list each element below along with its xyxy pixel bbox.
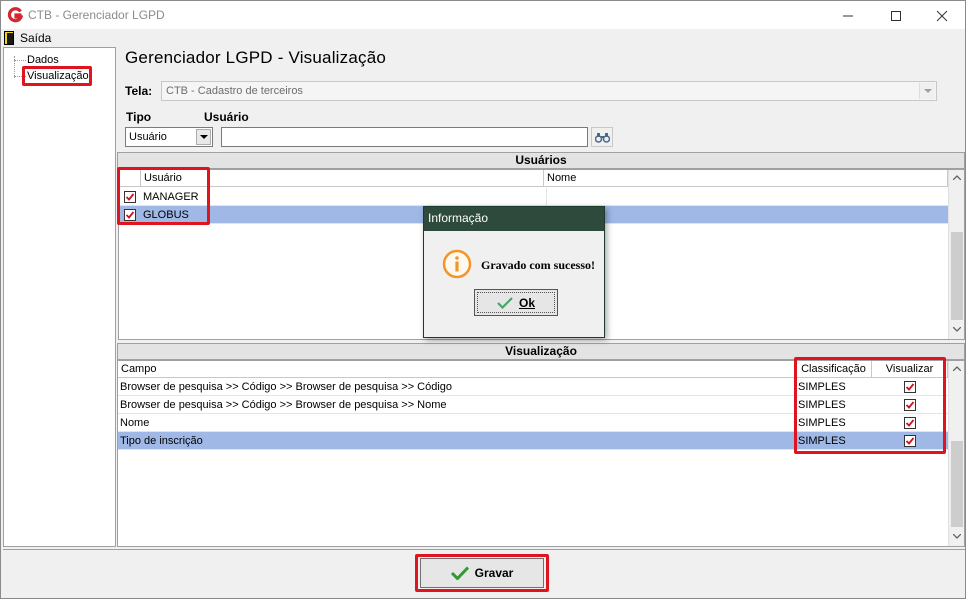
checkmark-icon — [905, 419, 915, 427]
cell-campo: Browser de pesquisa >> Código >> Browser… — [120, 399, 447, 411]
info-dialog: Informação Gravado com sucesso! Ok — [423, 206, 605, 338]
sidebar-item-dados[interactable]: Dados — [4, 54, 114, 68]
tela-select-value: CTB - Cadastro de terceiros — [166, 85, 303, 97]
sidebar-item-label: Visualização — [27, 70, 89, 82]
table-row[interactable]: MANAGER — [119, 188, 948, 206]
usuario-filter-label: Usuário — [204, 110, 249, 124]
menu-bar: Saída — [1, 29, 965, 47]
visualizar-checkbox[interactable] — [904, 417, 916, 429]
maximize-icon — [891, 11, 901, 21]
info-icon — [442, 249, 472, 279]
tree-connector — [14, 60, 26, 61]
gravar-button-label: Gravar — [474, 566, 514, 580]
window-title: CTB - Gerenciador LGPD — [28, 8, 165, 22]
scroll-up-icon[interactable] — [953, 175, 961, 180]
tree-connector — [14, 76, 26, 77]
chevron-down-icon — [200, 135, 208, 139]
sidebar-item-visualizacao[interactable]: Visualização — [4, 70, 114, 84]
column-header-usuario[interactable]: Usuário — [141, 170, 544, 187]
cell-classificacao: SIMPLES — [798, 399, 846, 411]
usuarios-panel-header: Usuários — [117, 152, 965, 169]
binoculars-icon — [595, 133, 610, 143]
checkmark-icon — [905, 383, 915, 391]
sidebar-tree: Dados Visualização — [3, 47, 116, 547]
table-row[interactable]: Browser de pesquisa >> Código >> Browser… — [118, 396, 948, 414]
ok-button[interactable]: Ok — [474, 289, 558, 316]
app-logo-icon — [7, 7, 23, 23]
exit-menu-label: Saída — [20, 31, 52, 45]
scroll-thumb[interactable] — [951, 232, 963, 320]
cell-classificacao: SIMPLES — [798, 381, 846, 393]
chevron-down-icon — [924, 89, 932, 93]
cell-usuario: MANAGER — [143, 191, 199, 203]
cell-nome — [546, 188, 946, 206]
cell-campo: Browser de pesquisa >> Código >> Browser… — [120, 381, 453, 393]
checkmark-icon — [905, 437, 915, 445]
exit-menu-item[interactable]: Saída — [4, 30, 51, 46]
close-button[interactable] — [919, 1, 965, 29]
dialog-message: Gravado com sucesso! — [481, 258, 595, 272]
maximize-button[interactable] — [873, 1, 919, 29]
scroll-up-icon[interactable] — [953, 366, 961, 371]
checkmark-icon — [125, 193, 135, 201]
cell-nome — [546, 206, 946, 224]
scroll-down-icon[interactable] — [953, 534, 961, 539]
tela-select[interactable]: CTB - Cadastro de terceiros — [161, 81, 937, 101]
title-bar: CTB - Gerenciador LGPD — [1, 1, 965, 29]
exit-door-icon — [4, 31, 14, 45]
cell-campo: Nome — [120, 417, 150, 429]
visualizacao-panel-header: Visualização — [117, 343, 965, 360]
row-checkbox[interactable] — [124, 209, 136, 221]
column-header-visualizar[interactable]: Visualizar — [872, 361, 948, 378]
scroll-down-icon[interactable] — [953, 327, 961, 332]
visualizar-checkbox[interactable] — [904, 381, 916, 393]
tela-label: Tela: — [125, 84, 153, 98]
visualizar-checkbox[interactable] — [904, 435, 916, 447]
table-row[interactable]: Tipo de inscrição SIMPLES — [118, 432, 948, 450]
tipo-select[interactable]: Usuário — [125, 127, 213, 147]
page-title: Gerenciador LGPD - Visualização — [125, 48, 387, 67]
checkmark-icon — [905, 401, 915, 409]
visualizar-checkbox[interactable] — [904, 399, 916, 411]
table-row[interactable]: Nome SIMPLES — [118, 414, 948, 432]
row-checkbox[interactable] — [124, 191, 136, 203]
checkmark-icon — [125, 211, 135, 219]
minimize-icon — [843, 15, 853, 17]
visualizacao-scrollbar[interactable] — [948, 361, 964, 546]
search-button[interactable] — [591, 127, 613, 147]
tela-dropdown-button[interactable] — [919, 83, 935, 99]
scroll-thumb[interactable] — [951, 441, 963, 527]
checkmark-icon — [450, 566, 469, 580]
column-header-campo[interactable]: Campo — [118, 361, 796, 378]
column-header-nome[interactable]: Nome — [544, 170, 948, 187]
column-header-classificacao[interactable]: Classificação — [796, 361, 872, 378]
close-icon — [936, 10, 948, 22]
gravar-button[interactable]: Gravar — [420, 558, 544, 588]
usuarios-scrollbar[interactable] — [948, 170, 964, 339]
tipo-select-value: Usuário — [129, 131, 167, 143]
dialog-title: Informação — [424, 207, 604, 231]
tipo-label: Tipo — [126, 110, 152, 124]
cell-classificacao: SIMPLES — [798, 435, 846, 447]
cell-classificacao: SIMPLES — [798, 417, 846, 429]
minimize-button[interactable] — [825, 1, 871, 29]
usuario-search-input[interactable] — [221, 127, 588, 147]
tipo-dropdown-button[interactable] — [196, 129, 211, 145]
visualizacao-grid: Campo Classificação Visualizar Browser d… — [117, 360, 965, 547]
app-window: CTB - Gerenciador LGPD Saída Dados Visua… — [0, 0, 966, 599]
cell-campo: Tipo de inscrição — [120, 435, 203, 447]
checkbox-column-header — [119, 170, 141, 187]
sidebar-item-label: Dados — [27, 54, 59, 66]
focus-ring — [477, 292, 555, 313]
table-row[interactable]: Browser de pesquisa >> Código >> Browser… — [118, 378, 948, 396]
